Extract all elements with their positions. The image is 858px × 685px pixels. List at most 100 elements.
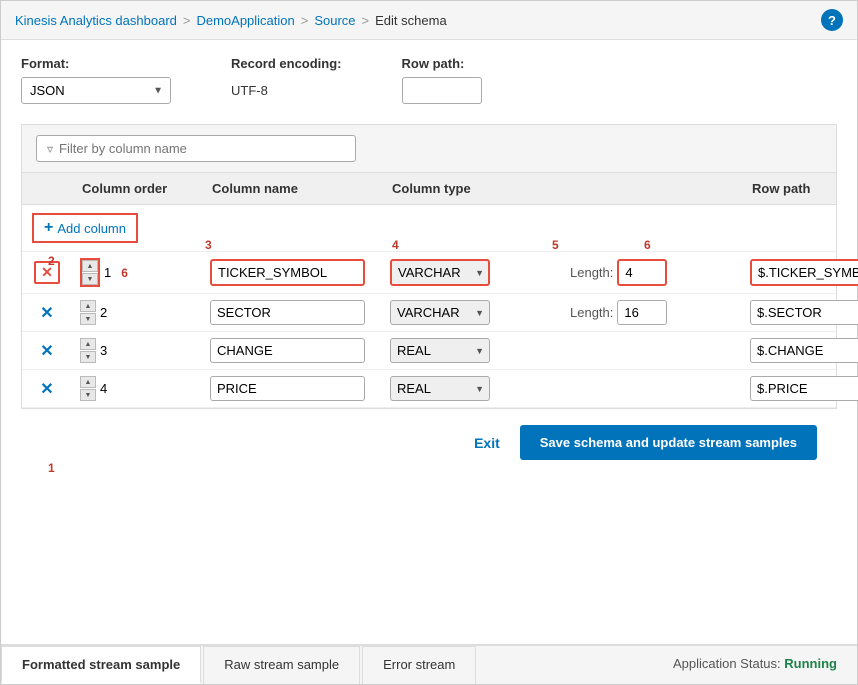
th-length xyxy=(562,181,742,196)
order-arrows-4: ▲ ▼ xyxy=(80,376,96,401)
order-down-2[interactable]: ▼ xyxy=(80,313,96,325)
breadcrumb-link-2[interactable]: DemoApplication xyxy=(196,13,294,28)
order-down-3[interactable]: ▼ xyxy=(80,351,96,363)
add-column-label: Add column xyxy=(57,221,126,236)
col-name-cell-4 xyxy=(202,376,382,401)
col-name-input-1[interactable] xyxy=(210,259,365,286)
order-up-2[interactable]: ▲ xyxy=(80,300,96,312)
col-type-wrap-inner-3: REAL xyxy=(390,338,490,363)
annotation-3: 3 xyxy=(205,238,212,252)
col-name-cell-3 xyxy=(202,338,382,363)
breadcrumb-link-3[interactable]: Source xyxy=(314,13,355,28)
delete-row-1-button[interactable]: ✕ xyxy=(34,261,60,284)
filter-icon: ▿ xyxy=(47,142,53,156)
breadcrumb-link-1[interactable]: Kinesis Analytics dashboard xyxy=(15,13,177,28)
col-name-cell-2 xyxy=(202,300,382,325)
main-content: Format: JSONCSVAVRO Record encoding: UTF… xyxy=(1,40,857,492)
order-arrows-1: ▲ ▼ xyxy=(80,258,100,287)
record-encoding-group: Record encoding: UTF-8 xyxy=(231,56,342,104)
row-path-input-1[interactable] xyxy=(750,259,858,286)
annotation-1: 1 xyxy=(48,461,55,475)
length-label-2: Length: xyxy=(570,305,613,320)
order-down-4[interactable]: ▼ xyxy=(80,389,96,401)
order-cell-4: ▲ ▼ 4 xyxy=(72,376,202,401)
delete-row-3-button[interactable]: ✕ xyxy=(34,339,59,363)
col-name-input-4[interactable] xyxy=(210,376,365,401)
col-type-select-2[interactable]: VARCHAR xyxy=(390,300,490,325)
tab-error-stream[interactable]: Error stream xyxy=(362,646,476,684)
annotation-2: 2 xyxy=(48,254,55,268)
delete-cell-3: ✕ xyxy=(22,339,72,363)
add-column-button[interactable]: + Add column xyxy=(38,217,132,239)
order-up-3[interactable]: ▲ xyxy=(80,338,96,350)
col-type-wrap-inner-2: VARCHAR xyxy=(390,300,490,325)
col-type-wrap-inner-1: VARCHAR xyxy=(390,259,490,286)
plus-icon: + xyxy=(44,219,53,237)
app-status-label: Application Status: xyxy=(673,656,781,671)
annotation-6-bot: 6 xyxy=(121,266,128,280)
exit-button[interactable]: Exit xyxy=(474,435,500,451)
breadcrumb: Kinesis Analytics dashboard > DemoApplic… xyxy=(15,13,447,28)
format-select[interactable]: JSONCSVAVRO xyxy=(21,77,171,104)
format-label: Format: xyxy=(21,56,171,71)
order-number-2: 2 xyxy=(100,305,107,320)
order-arrows-2: ▲ ▼ xyxy=(80,300,96,325)
col-type-cell-1: VARCHAR xyxy=(382,259,562,286)
col-name-input-2[interactable] xyxy=(210,300,365,325)
col-type-wrap-inner-4: REAL xyxy=(390,376,490,401)
row-path-cell-2 xyxy=(742,300,858,325)
record-encoding-value: UTF-8 xyxy=(231,77,342,104)
table-row: ✕ ▲ ▼ 4 REAL xyxy=(22,370,836,408)
row-path-input[interactable]: $ xyxy=(402,77,482,104)
save-button[interactable]: Save schema and update stream samples xyxy=(520,425,817,460)
add-column-row: 1 + Add column xyxy=(22,205,836,252)
annotation-5: 5 xyxy=(552,238,559,252)
col-type-cell-2: VARCHAR xyxy=(382,300,562,325)
order-up-1[interactable]: ▲ xyxy=(82,260,98,272)
th-column-type: Column type xyxy=(382,181,562,196)
col-type-select-1[interactable]: VARCHAR xyxy=(390,259,490,286)
delete-cell-4: ✕ xyxy=(22,377,72,401)
row-path-label: Row path: xyxy=(402,56,482,71)
table-header: Column order Column name Column type Row… xyxy=(22,173,836,205)
top-bar: Kinesis Analytics dashboard > DemoApplic… xyxy=(1,1,857,40)
delete-row-4-button[interactable]: ✕ xyxy=(34,377,59,401)
col-type-cell-3: REAL xyxy=(382,338,562,363)
order-number-4: 4 xyxy=(100,381,107,396)
tab-raw-stream[interactable]: Raw stream sample xyxy=(203,646,360,684)
col-type-select-4[interactable]: REAL xyxy=(390,376,490,401)
bottom-tabs: Formatted stream sample Raw stream sampl… xyxy=(1,644,857,684)
footer-actions: Exit Save schema and update stream sampl… xyxy=(21,409,837,476)
col-type-select-3[interactable]: REAL xyxy=(390,338,490,363)
order-cell-3: ▲ ▼ 3 xyxy=(72,338,202,363)
filter-bar: ▿ xyxy=(21,124,837,173)
format-group: Format: JSONCSVAVRO xyxy=(21,56,171,104)
order-cell-2: ▲ ▼ 2 xyxy=(72,300,202,325)
format-select-wrapper: JSONCSVAVRO xyxy=(21,77,171,104)
delete-row-2-button[interactable]: ✕ xyxy=(34,301,59,325)
order-up-4[interactable]: ▲ xyxy=(80,376,96,388)
annotation-4: 4 xyxy=(392,238,399,252)
annotation-6-top: 6 xyxy=(644,238,651,252)
filter-input[interactable] xyxy=(59,141,345,156)
col-name-input-3[interactable] xyxy=(210,338,365,363)
length-input-1[interactable] xyxy=(617,259,667,286)
order-cell-1: ▲ ▼ 1 6 xyxy=(72,258,202,287)
table-row: ✕ ▲ ▼ 2 VARCHAR Length: xyxy=(22,294,836,332)
row-path-cell-1 xyxy=(742,259,858,286)
order-down-1[interactable]: ▼ xyxy=(82,273,98,285)
order-number-1: 1 xyxy=(104,265,111,280)
row-path-input-4[interactable] xyxy=(750,376,858,401)
breadcrumb-current: Edit schema xyxy=(375,13,447,28)
help-icon[interactable]: ? xyxy=(821,9,843,31)
delete-cell-2: ✕ xyxy=(22,301,72,325)
length-input-2[interactable] xyxy=(617,300,667,325)
app-status-value: Running xyxy=(784,656,837,671)
length-cell-2: Length: xyxy=(562,300,742,325)
tab-formatted-stream[interactable]: Formatted stream sample xyxy=(1,646,201,684)
col-name-cell-1 xyxy=(202,259,382,286)
length-cell-1: Length: xyxy=(562,259,742,286)
row-path-input-3[interactable] xyxy=(750,338,858,363)
row-path-input-2[interactable] xyxy=(750,300,858,325)
order-arrows-3: ▲ ▼ xyxy=(80,338,96,363)
